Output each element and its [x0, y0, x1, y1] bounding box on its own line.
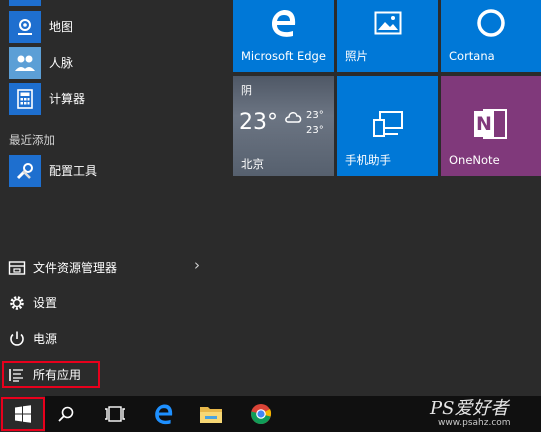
taskbar-explorer-button[interactable] [197, 400, 225, 428]
calculator-icon [9, 83, 41, 115]
watermark: PS爱好者 www.psahz.com [430, 392, 540, 432]
photos-icon [374, 11, 401, 35]
recent-header: 最近添加 [9, 133, 55, 147]
search-button[interactable] [52, 400, 80, 428]
tile-onenote[interactable]: N OneNote [441, 76, 541, 176]
tile-photos[interactable]: 照片 [337, 0, 438, 72]
app-label-people: 人脉 [49, 56, 74, 70]
settings-label: 设置 [33, 296, 58, 310]
search-icon [58, 406, 74, 422]
taskbar-chrome-button[interactable] [247, 400, 275, 428]
folder-icon [200, 407, 222, 423]
tile-label-phone: 手机助手 [345, 153, 391, 167]
watermark-url: www.psahz.com [438, 418, 511, 428]
file-explorer-icon [8, 261, 26, 275]
edge-icon [155, 404, 173, 425]
chevron-right-icon[interactable]: › [194, 256, 200, 274]
app-label-maps: 地图 [49, 20, 74, 34]
tile-label-onenote: OneNote [449, 153, 500, 167]
tools-icon [9, 155, 41, 187]
app-label-calculator: 计算器 [49, 92, 86, 106]
edge-icon [271, 10, 295, 37]
weather-low: 23° [306, 125, 324, 136]
cloud-icon [285, 112, 302, 123]
file-explorer-label: 文件资源管理器 [33, 261, 118, 275]
gear-icon [10, 296, 24, 310]
phone-companion-icon [372, 111, 403, 137]
cortana-icon [477, 9, 505, 37]
watermark-text: PS爱好者 [430, 398, 509, 419]
app-label-config-tool: 配置工具 [49, 164, 98, 178]
tile-weather[interactable]: 阴 23° 23° 23° 北京 [233, 76, 334, 176]
tile-edge[interactable]: Microsoft Edge [233, 0, 334, 72]
weather-city: 北京 [241, 157, 264, 171]
tile-cortana[interactable]: Cortana [441, 0, 541, 72]
chrome-icon [251, 404, 272, 424]
app-icon-partial[interactable] [9, 0, 41, 6]
tile-phone-companion[interactable]: 手机助手 [337, 76, 438, 176]
tile-label-edge: Microsoft Edge [241, 49, 326, 63]
onenote-icon: N [474, 109, 508, 139]
task-view-button[interactable] [100, 400, 130, 428]
onenote-letter: N [474, 111, 494, 137]
taskbar-edge-button[interactable] [150, 400, 178, 428]
power-label: 电源 [33, 332, 58, 346]
all-apps-highlight [2, 361, 100, 388]
weather-high: 23° [306, 110, 324, 121]
weather-condition: 阴 [241, 84, 252, 97]
power-icon [10, 331, 24, 346]
people-icon [9, 47, 41, 79]
tile-label-photos: 照片 [345, 49, 368, 63]
task-view-icon [105, 406, 125, 422]
tile-label-cortana: Cortana [449, 49, 495, 63]
maps-icon [9, 11, 41, 43]
taskbar: PS爱好者 www.psahz.com [0, 396, 541, 432]
weather-temp: 23° [239, 110, 278, 135]
start-highlight [1, 397, 45, 431]
